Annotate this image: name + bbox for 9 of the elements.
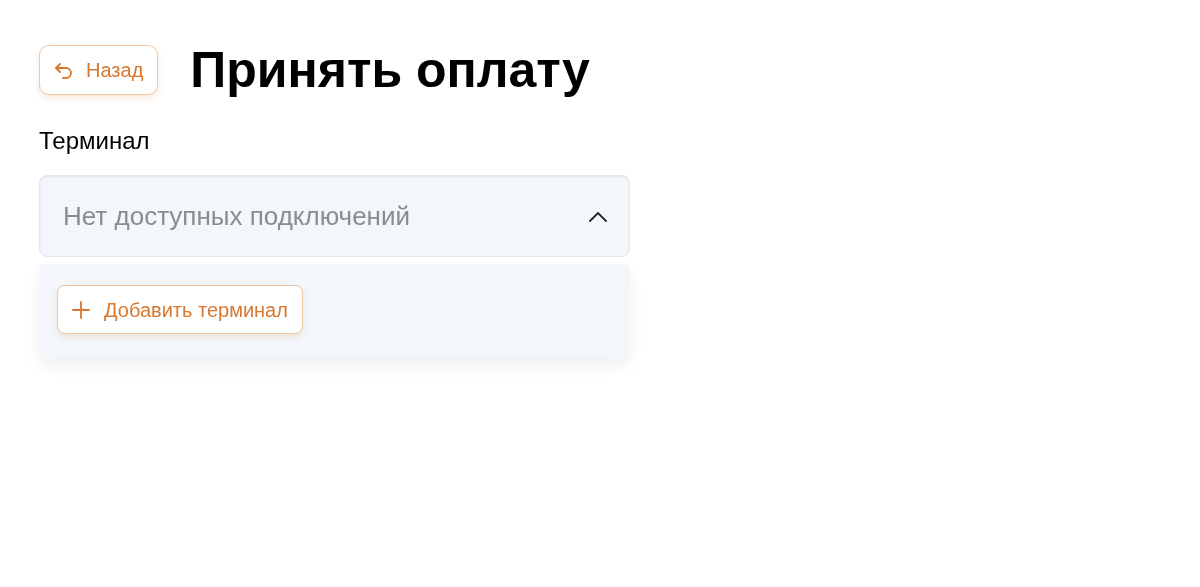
- terminal-select[interactable]: Нет доступных подключений: [39, 175, 630, 257]
- back-arrow-icon: [54, 60, 74, 80]
- select-placeholder: Нет доступных подключений: [63, 199, 410, 233]
- plus-icon: [72, 300, 90, 319]
- back-button[interactable]: Назад: [39, 45, 159, 95]
- add-terminal-button[interactable]: Добавить терминал: [57, 285, 303, 334]
- field-label: Терминал: [39, 126, 151, 156]
- page-title: Принять оплату: [190, 45, 590, 95]
- chevron-icon: [589, 210, 607, 222]
